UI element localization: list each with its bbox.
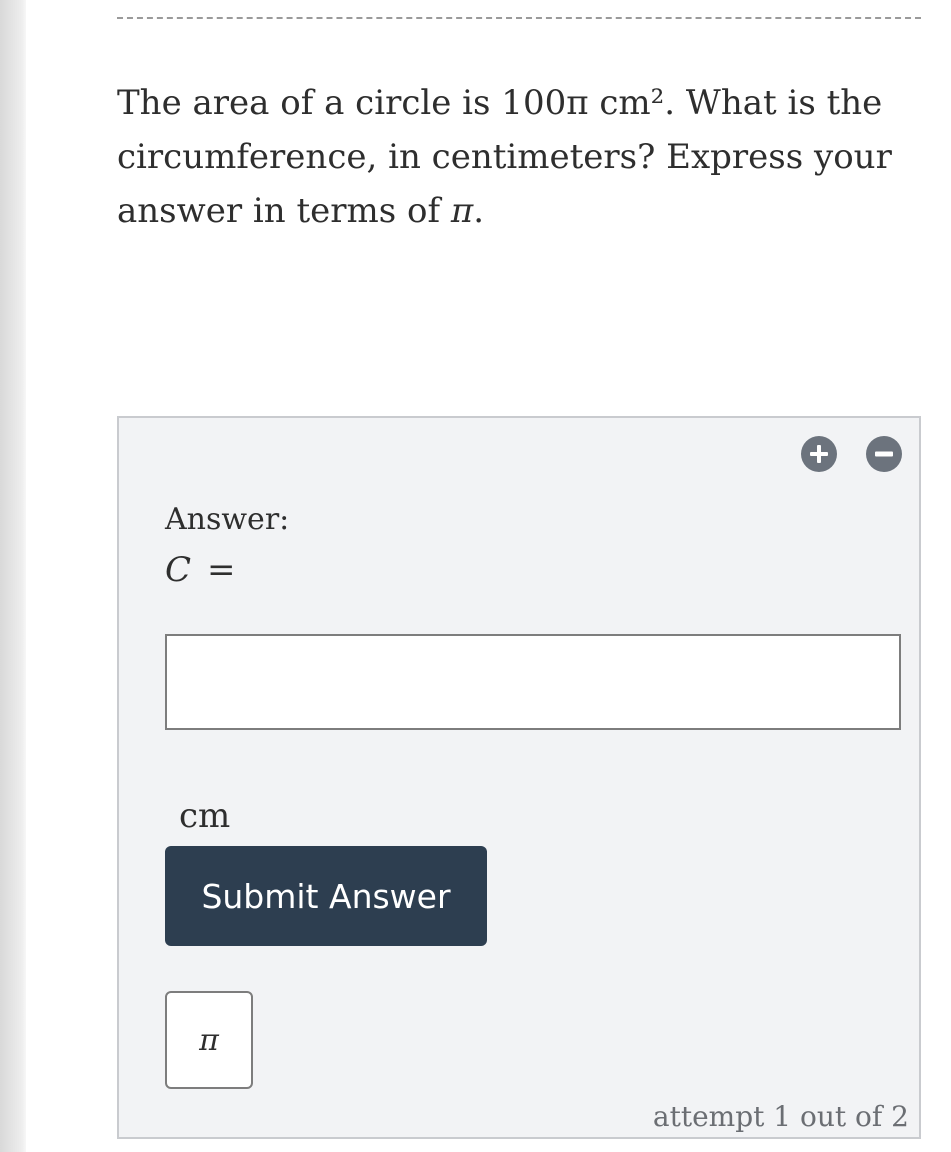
plus-circle-icon [810, 445, 828, 463]
unit-label: cm [179, 796, 231, 836]
question-text: The area of a circle is 100π cm². What i… [117, 76, 927, 238]
minus-circle-icon [875, 451, 893, 457]
answer-input[interactable] [165, 634, 901, 730]
add-answer-button[interactable] [801, 436, 837, 472]
pi-symbol: π [450, 191, 474, 231]
attempt-counter: attempt 1 out of 2 [652, 1100, 909, 1133]
answer-formula: C = [165, 550, 236, 590]
answer-panel: Answer: C = cm Submit Answer π attempt 1 … [117, 416, 921, 1139]
formula-equals: = [207, 550, 236, 590]
remove-answer-button[interactable] [866, 436, 902, 472]
dashed-divider [117, 17, 921, 19]
pi-key-button[interactable]: π [165, 991, 253, 1089]
submit-answer-button[interactable]: Submit Answer [165, 846, 487, 946]
answer-label: Answer: [165, 502, 290, 537]
question-period: . [473, 191, 485, 231]
question-body: The area of a circle is 100π cm². What i… [117, 83, 892, 231]
page-gutter [0, 0, 26, 1152]
formula-variable: C [165, 550, 192, 590]
